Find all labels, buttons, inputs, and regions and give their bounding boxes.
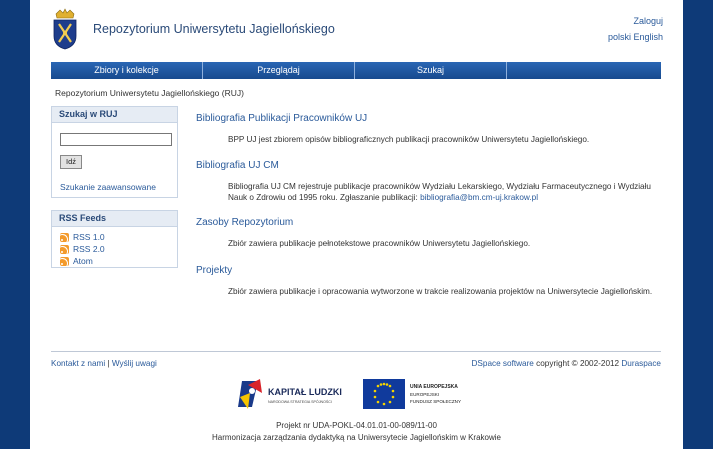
eu-flag-logo: UNIA EUROPEJSKA EUROPEJSKI FUNDUSZ SPOŁE…: [363, 379, 461, 409]
section-title-zasoby[interactable]: Zasoby Repozytorium: [196, 217, 293, 228]
rss-icon: [60, 232, 69, 242]
rss-box: RSS Feeds RSS 1.0 RSS 2.0 Atom: [51, 210, 178, 268]
section-text-cm: Bibliografia UJ CM rejestruje publikacje…: [228, 181, 658, 203]
site-title[interactable]: Repozytorium Uniwersytetu Jagiellońskieg…: [93, 22, 335, 36]
atom-label: Atom: [73, 256, 93, 266]
university-crest-icon[interactable]: [52, 8, 78, 50]
search-box: Szukaj w RUJ Idź Szukanie zaawansowane: [51, 106, 178, 198]
footer-separator: |: [107, 359, 110, 368]
nav-browse[interactable]: Przeglądaj: [203, 62, 355, 79]
project-number: Projekt nr UDA-POKL-04.01.01-00-089/11-0…: [276, 421, 437, 430]
eu-line2: EUROPEJSKI: [410, 392, 439, 397]
search-input[interactable]: [60, 133, 172, 146]
rss-icon: [60, 244, 69, 254]
browser-frame: Repozytorium Uniwersytetu Jagiellońskieg…: [0, 0, 713, 449]
lang-polish-link[interactable]: polski: [608, 32, 631, 42]
nav-collections[interactable]: Zbiory i kolekcje: [51, 62, 203, 79]
rss-icon: [60, 256, 69, 266]
page: Repozytorium Uniwersytetu Jagiellońskieg…: [30, 0, 683, 449]
kapital-ludzki-logo: KAPITAŁ LUDZKI NARODOWA STRATEGIA SPÓJNO…: [238, 379, 342, 409]
dspace-link[interactable]: DSpace software: [472, 359, 534, 368]
section-text-zasoby: Zbiór zawiera publikacje pełnotekstowe p…: [228, 239, 531, 248]
section-text-bpp: BPP UJ jest zbiorem opisów bibliograficz…: [228, 135, 590, 144]
eu-line3: FUNDUSZ SPOŁECZNY: [410, 399, 461, 404]
login-link[interactable]: Zaloguj: [633, 16, 663, 26]
section-text-projekty: Zbiór zawiera publikacje i opracowania w…: [228, 287, 653, 296]
kl-subtitle: NARODOWA STRATEGIA SPÓJNOŚCI: [268, 399, 332, 404]
search-box-title: Szukaj w RUJ: [52, 107, 177, 123]
duraspace-link[interactable]: Duraspace: [621, 359, 661, 368]
rss-1-label: RSS 1.0: [73, 232, 105, 242]
footer-copyright: DSpace software copyright © 2002-2012 Du…: [472, 359, 661, 368]
rss-2-link[interactable]: RSS 2.0: [60, 244, 105, 254]
rss-2-label: RSS 2.0: [73, 244, 105, 254]
section-title-bpp[interactable]: Bibliografia Publikacji Pracowników UJ: [196, 113, 367, 124]
nav-search[interactable]: Szukaj: [355, 62, 507, 79]
kl-title: KAPITAŁ LUDZKI: [268, 387, 342, 397]
section-title-projekty[interactable]: Projekty: [196, 265, 232, 276]
breadcrumb[interactable]: Repozytorium Uniwersytetu Jagiellońskieg…: [55, 88, 244, 98]
footer-divider: [51, 351, 661, 352]
search-button[interactable]: Idź: [60, 155, 82, 169]
lang-english-link[interactable]: English: [633, 32, 663, 42]
bibliography-email-link[interactable]: bibliografia@bm.cm-uj.krakow.pl: [420, 193, 538, 202]
advanced-search-link[interactable]: Szukanie zaawansowane: [60, 182, 156, 192]
section-title-cm[interactable]: Bibliografia UJ CM: [196, 160, 279, 171]
feedback-link[interactable]: Wyślij uwagi: [112, 359, 157, 368]
nav-empty: [507, 62, 661, 79]
copyright-text: copyright © 2002-2012: [533, 359, 622, 368]
project-title: Harmonizacja zarządzania dydaktyką na Un…: [211, 433, 501, 442]
eu-line1: UNIA EUROPEJSKA: [410, 384, 458, 390]
footer-links: Kontakt z nami | Wyślij uwagi: [51, 359, 157, 368]
contact-link[interactable]: Kontakt z nami: [51, 359, 105, 368]
rss-1-link[interactable]: RSS 1.0: [60, 232, 105, 242]
main-nav: Zbiory i kolekcje Przeglądaj Szukaj: [51, 62, 661, 79]
language-switcher: polski English: [608, 32, 663, 42]
rss-box-title: RSS Feeds: [52, 211, 177, 227]
atom-link[interactable]: Atom: [60, 256, 93, 266]
